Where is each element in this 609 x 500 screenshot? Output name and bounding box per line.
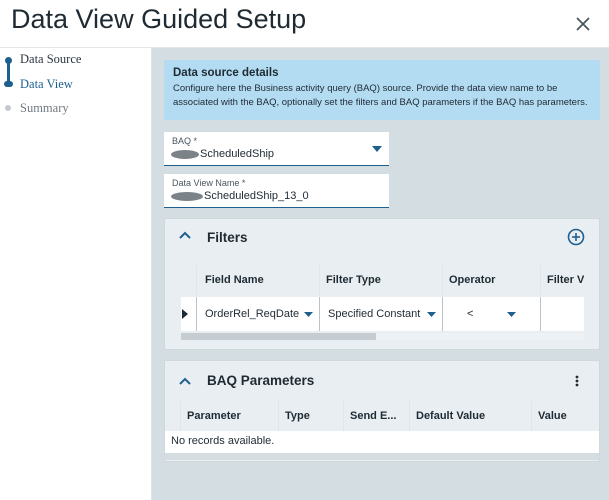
scrollbar-thumb[interactable] bbox=[181, 333, 376, 340]
baq-value: ScheduledShip bbox=[200, 148, 275, 160]
col-field-name[interactable]: Field Name bbox=[197, 265, 320, 295]
col-operator[interactable]: Operator bbox=[443, 265, 541, 295]
table-row-operator[interactable]: < bbox=[443, 297, 541, 331]
main-content: Data source details Configure here the B… bbox=[152, 48, 609, 500]
horizontal-scrollbar[interactable] bbox=[181, 333, 584, 340]
wizard-steps: Data Source Data View Summary bbox=[0, 48, 152, 500]
redacted-mark bbox=[171, 150, 199, 159]
field-name-value: OrderRel_ReqDate bbox=[205, 308, 300, 320]
info-text: Configure here the Business activity que… bbox=[173, 83, 588, 108]
filters-title: Filters bbox=[207, 230, 248, 245]
col-filter-value[interactable]: Filter V bbox=[541, 265, 584, 295]
table-row-filter-type[interactable]: Specified Constant bbox=[320, 297, 443, 331]
dataview-name-value: ScheduledShip_13_0 bbox=[204, 190, 309, 202]
step-dot-data-source bbox=[5, 57, 12, 64]
baq-label: BAQ * bbox=[172, 136, 198, 146]
chevron-down-icon[interactable] bbox=[427, 312, 436, 317]
col-parameter[interactable]: Parameter bbox=[181, 401, 279, 431]
grid-header-indicator bbox=[181, 265, 197, 295]
baq-parameters-title: BAQ Parameters bbox=[207, 373, 315, 388]
table-row-filter-value[interactable] bbox=[541, 297, 584, 331]
grid-header-indicator bbox=[165, 401, 181, 431]
chevron-up-icon[interactable] bbox=[179, 231, 191, 239]
table-row-field-name[interactable]: OrderRel_ReqDate bbox=[197, 297, 320, 331]
close-icon[interactable] bbox=[573, 14, 593, 34]
chevron-down-icon[interactable] bbox=[507, 312, 516, 317]
step-dot-data-view bbox=[4, 81, 13, 87]
row-indicator bbox=[181, 297, 197, 331]
filter-type-value: Specified Constant bbox=[328, 308, 421, 320]
step-dot-summary bbox=[5, 105, 11, 111]
redacted-mark bbox=[171, 192, 203, 201]
operator-value: < bbox=[467, 308, 474, 320]
step-data-view[interactable]: Data View bbox=[20, 77, 73, 92]
chevron-down-icon[interactable] bbox=[372, 146, 382, 152]
filters-panel: Filters Field Name Filter Type Operator … bbox=[164, 218, 600, 350]
chevron-down-icon[interactable] bbox=[304, 312, 313, 317]
step-data-source[interactable]: Data Source bbox=[20, 52, 81, 67]
add-circle-icon[interactable] bbox=[567, 228, 585, 246]
info-banner: Data source details Configure here the B… bbox=[164, 60, 600, 120]
col-filter-type[interactable]: Filter Type bbox=[320, 265, 443, 295]
col-type[interactable]: Type bbox=[279, 401, 344, 431]
col-value[interactable]: Value bbox=[532, 401, 599, 431]
dataview-name-field[interactable]: Data View Name * ScheduledShip_13_0 bbox=[164, 174, 389, 208]
no-records-text: No records available. bbox=[171, 435, 275, 447]
col-send-empty[interactable]: Send E... bbox=[344, 401, 410, 431]
dataview-name-label: Data View Name * bbox=[172, 178, 246, 188]
horizontal-scrollbar[interactable] bbox=[165, 453, 599, 460]
dialog-title: Data View Guided Setup bbox=[11, 4, 307, 34]
no-records-row: No records available. bbox=[165, 431, 599, 453]
dialog-header: Data View Guided Setup bbox=[0, 0, 609, 48]
step-summary[interactable]: Summary bbox=[20, 101, 69, 116]
chevron-up-icon[interactable] bbox=[179, 377, 191, 385]
baq-parameters-grid: Parameter Type Send E... Default Value V… bbox=[165, 401, 599, 461]
col-default-value[interactable]: Default Value bbox=[410, 401, 532, 431]
scrollbar-thumb[interactable] bbox=[165, 453, 599, 460]
baq-select[interactable]: BAQ * ScheduledShip bbox=[164, 132, 389, 166]
baq-parameters-header[interactable]: BAQ Parameters bbox=[165, 361, 599, 395]
info-title: Data source details bbox=[173, 67, 279, 79]
row-pointer-icon bbox=[182, 309, 188, 319]
filters-header[interactable]: Filters bbox=[165, 219, 599, 253]
baq-parameters-panel: BAQ Parameters Parameter Type Send E... … bbox=[164, 360, 600, 462]
more-vertical-icon[interactable] bbox=[575, 375, 579, 387]
filters-grid: Field Name Filter Type Operator Filter V… bbox=[181, 265, 584, 341]
